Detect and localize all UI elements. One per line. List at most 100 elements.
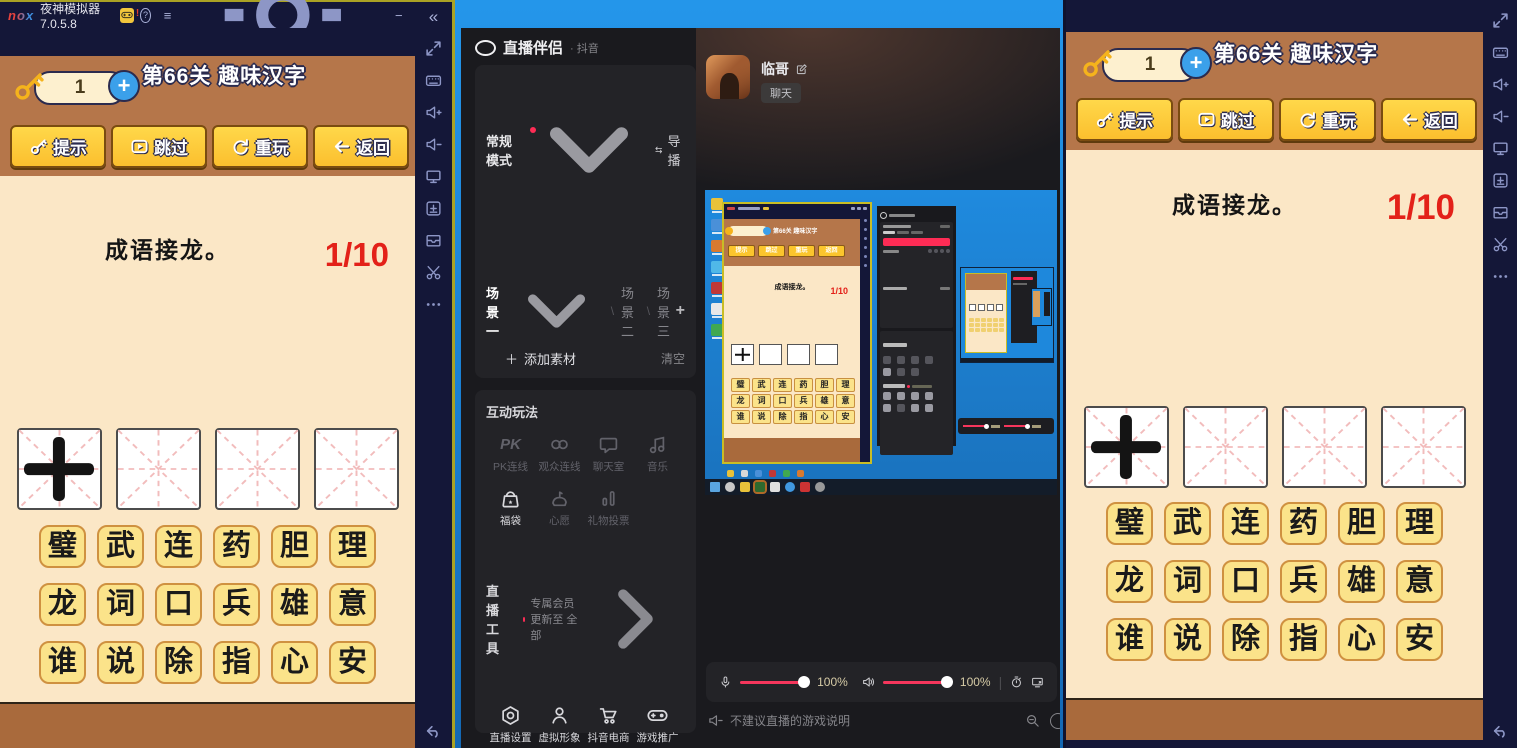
zoom-out-icon[interactable] [1025,713,1040,728]
hanzi-tile[interactable]: 兵 [213,583,260,626]
feature-lucky-bag[interactable]: 福袋 [486,488,535,528]
hanzi-tile[interactable]: 意 [1396,560,1443,603]
answer-slot-filled[interactable] [17,428,102,510]
hanzi-tile[interactable]: 连 [155,525,202,568]
volume-up-icon[interactable] [425,104,442,121]
hanzi-tile[interactable]: 说 [1164,618,1211,661]
virtual-screen-icon[interactable] [425,168,442,185]
hanzi-tile[interactable]: 理 [329,525,376,568]
hanzi-tile[interactable]: 龙 [1106,560,1153,603]
skip-button[interactable]: 跳过 [111,125,207,168]
add-scene-button[interactable]: + [676,302,685,320]
help-icon[interactable]: ? [140,8,150,23]
microphone-icon[interactable] [719,674,732,690]
volume-down-icon[interactable] [1492,108,1509,125]
feature-viewer-link[interactable]: 观众连线 [535,434,584,474]
minimize-button[interactable]: − [395,9,403,22]
replay-button[interactable]: 重玩 [1279,98,1376,141]
hanzi-tile[interactable]: 除 [1222,618,1269,661]
collapse-toolbar-icon[interactable]: « [429,8,438,25]
virtual-screen-icon[interactable] [1492,140,1509,157]
keyboard-mapping-icon[interactable] [425,72,442,89]
back-button[interactable]: 返回 [313,125,409,168]
feature-pk-link[interactable]: PKPK连线 [486,434,535,474]
screenshot-cut-icon[interactable] [1492,236,1509,253]
feature-wish[interactable]: 心愿 [535,488,584,528]
hanzi-tile[interactable]: 除 [155,641,202,684]
feature-chatroom[interactable]: 聊天室 [584,434,633,474]
edit-name-icon[interactable] [795,63,808,76]
add-keys-button[interactable]: + [1180,47,1212,79]
hanzi-tile[interactable]: 雄 [271,583,318,626]
tool-live-settings[interactable]: 直播设置 [486,705,535,745]
keyboard-mapping-icon[interactable] [1492,44,1509,61]
clear-sources-button[interactable]: 清空 [661,350,685,367]
screen-share-icon[interactable] [1031,674,1044,690]
tab-scene-2[interactable]: 场景二 [621,283,640,340]
hanzi-tile[interactable]: 药 [213,525,260,568]
hanzi-tile[interactable]: 胆 [1338,502,1385,545]
screenshot-cut-icon[interactable] [425,264,442,281]
hanzi-tile[interactable]: 连 [1222,502,1269,545]
hanzi-tile[interactable]: 武 [1164,502,1211,545]
hanzi-tile[interactable]: 心 [1338,618,1385,661]
fullscreen-icon[interactable] [425,40,442,57]
hanzi-tile[interactable]: 意 [329,583,376,626]
speaker-icon[interactable] [862,674,875,690]
hanzi-tile[interactable]: 安 [1396,618,1443,661]
skip-button[interactable]: 跳过 [1178,98,1275,141]
hanzi-tile[interactable]: 龙 [39,583,86,626]
hanzi-tile[interactable]: 武 [97,525,144,568]
more-tools-icon[interactable] [1492,268,1509,285]
hanzi-tile[interactable]: 心 [271,641,318,684]
fullscreen-icon[interactable] [1492,12,1509,29]
tool-game-promotion[interactable]: 游戏推广 [633,705,682,745]
install-apk-icon[interactable] [1492,172,1509,189]
more-tools-icon[interactable] [425,296,442,313]
volume-down-icon[interactable] [425,136,442,153]
answer-slot[interactable] [1282,406,1367,488]
hanzi-tile[interactable]: 兵 [1280,560,1327,603]
avatar[interactable] [706,55,750,99]
hanzi-tile[interactable]: 胆 [271,525,318,568]
footer-hint-text[interactable]: 不建议直播的游戏说明 [730,712,850,729]
menu-icon[interactable]: ≡ [164,9,172,22]
hanzi-tile[interactable]: 口 [1222,560,1269,603]
hint-button[interactable]: 提示 [1076,98,1173,141]
answer-slot[interactable] [1183,406,1268,488]
hanzi-tile[interactable]: 璧 [1106,502,1153,545]
tool-virtual-avatar[interactable]: 虚拟形象 [535,705,584,745]
hanzi-tile[interactable]: 谁 [39,641,86,684]
hint-button[interactable]: 提示 [10,125,106,168]
android-back-icon[interactable] [1492,723,1509,740]
hanzi-tile[interactable]: 安 [329,641,376,684]
hanzi-tile[interactable]: 璧 [39,525,86,568]
volume-up-icon[interactable] [1492,76,1509,93]
speaker-volume-slider[interactable] [883,681,952,684]
replay-button[interactable]: 重玩 [212,125,308,168]
multi-instance-icon[interactable] [425,232,442,249]
chat-badge[interactable]: 聊天 [761,83,801,103]
mic-volume-slider[interactable] [740,681,809,684]
tool-douyin-shop[interactable]: 抖音电商 [584,705,633,745]
answer-slot[interactable] [116,428,201,510]
feature-music[interactable]: 音乐 [633,434,682,474]
add-keys-button[interactable]: + [108,70,140,102]
hanzi-tile[interactable]: 理 [1396,502,1443,545]
hanzi-tile[interactable]: 词 [97,583,144,626]
tab-scene-1[interactable]: 场景一 [486,283,505,340]
answer-slot-filled[interactable] [1084,406,1169,488]
gamepad-activity-icon[interactable]: ! [120,8,135,23]
timer-icon[interactable] [1010,674,1023,690]
hanzi-tile[interactable]: 雄 [1338,560,1385,603]
hanzi-tile[interactable]: 谁 [1106,618,1153,661]
hanzi-tile[interactable]: 指 [1280,618,1327,661]
answer-slot[interactable] [215,428,300,510]
answer-slot[interactable] [314,428,399,510]
director-button[interactable]: 导播 [654,131,685,169]
hanzi-tile[interactable]: 药 [1280,502,1327,545]
multi-instance-icon[interactable] [1492,204,1509,221]
hanzi-tile[interactable]: 口 [155,583,202,626]
add-material-button[interactable]: ＋添加素材 [486,349,576,368]
feature-gift-vote[interactable]: 礼物投票 [584,488,633,528]
